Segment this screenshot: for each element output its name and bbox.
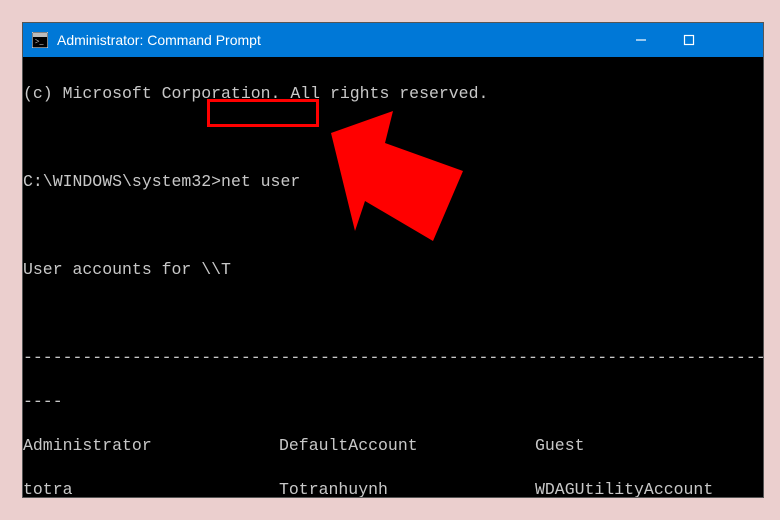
prompt-path: C:\WINDOWS\system32> (23, 172, 221, 191)
redacted-hostname (231, 149, 341, 173)
prompt-line-1: C:\WINDOWS\system32>net user (23, 171, 763, 193)
separator-line: ----------------------------------------… (23, 347, 763, 369)
blank-line (23, 215, 763, 237)
account-cell: Administrator (23, 435, 279, 457)
typed-command: net user (221, 172, 300, 191)
window-title: Administrator: Command Prompt (57, 32, 617, 48)
accounts-header: User accounts for \\T (23, 259, 763, 281)
separator-line-short: ---- (23, 391, 763, 413)
account-cell: Totranhuynh (279, 479, 535, 497)
account-cell: Guest (535, 435, 763, 457)
terminal-output[interactable]: (c) Microsoft Corporation. All rights re… (23, 57, 763, 497)
window-controls (617, 23, 763, 57)
cmd-icon: >_ (31, 31, 49, 49)
account-cell: totra (23, 479, 279, 497)
account-cell: WDAGUtilityAccount (535, 479, 763, 497)
blank-line (23, 127, 763, 149)
minimize-button[interactable] (617, 23, 665, 57)
svg-text:>_: >_ (35, 37, 45, 46)
titlebar[interactable]: >_ Administrator: Command Prompt (23, 23, 763, 57)
blank-line (23, 303, 763, 325)
maximize-button[interactable] (665, 23, 713, 57)
close-button[interactable] (713, 23, 763, 57)
copyright-line: (c) Microsoft Corporation. All rights re… (23, 83, 763, 105)
accounts-row-2: totraTotranhuynhWDAGUtilityAccount (23, 479, 763, 497)
accounts-row-1: AdministratorDefaultAccountGuest (23, 435, 763, 457)
command-prompt-window: >_ Administrator: Command Prompt (c) Mic… (22, 22, 764, 498)
account-cell: DefaultAccount (279, 435, 535, 457)
accounts-header-text: User accounts for \\T (23, 260, 231, 279)
